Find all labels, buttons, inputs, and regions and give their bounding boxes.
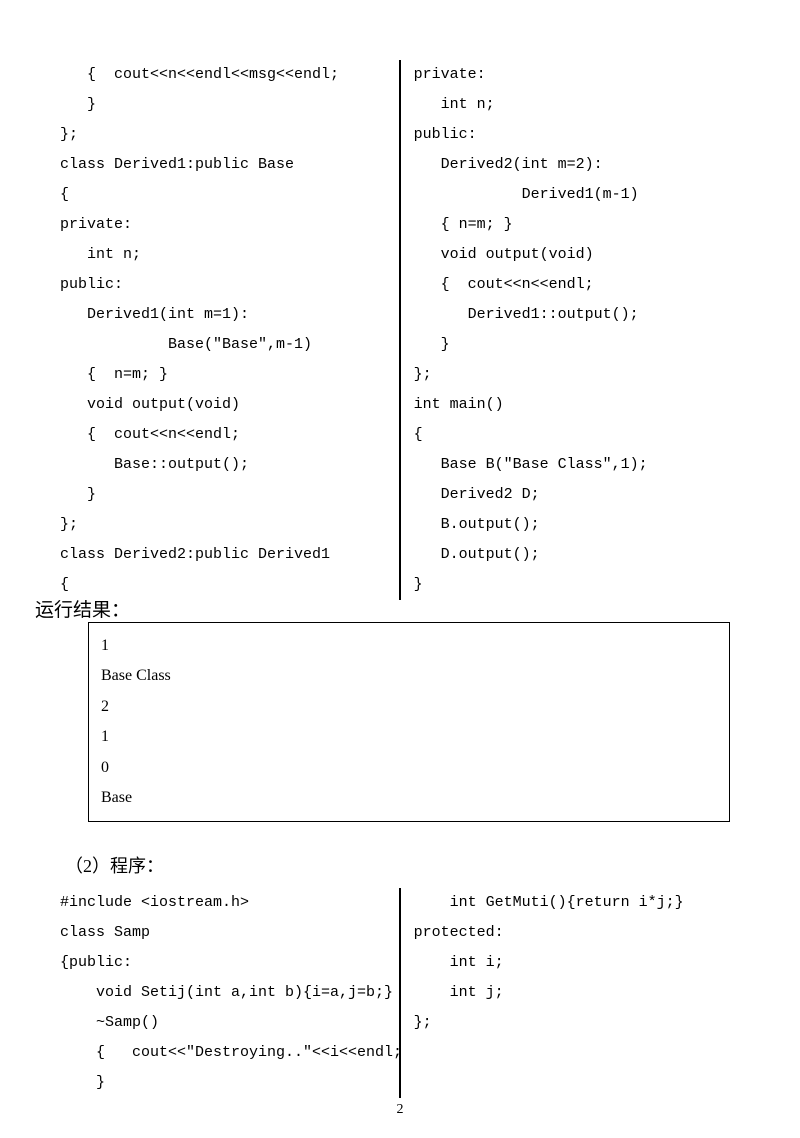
code-right-1: private: int n; public: Derived2(int m=2… (414, 60, 740, 600)
column-divider-1 (399, 60, 401, 600)
code-right-2: int GetMuti(){return i*j;} protected: in… (414, 888, 740, 1098)
output-box: 1 Base Class 2 1 0 Base (88, 622, 730, 822)
section-2-heading: （2）程序： (65, 852, 740, 878)
output-text: 1 Base Class 2 1 0 Base (101, 631, 717, 813)
page: { cout<<n<<endl<<msg<<endl; } }; class D… (0, 0, 800, 1138)
page-number: 2 (0, 1102, 800, 1118)
code-block-1: { cout<<n<<endl<<msg<<endl; } }; class D… (60, 60, 740, 600)
code-left-2: #include <iostream.h> class Samp {public… (60, 888, 386, 1098)
column-divider-2 (399, 888, 401, 1098)
code-left-1: { cout<<n<<endl<<msg<<endl; } }; class D… (60, 60, 386, 600)
code-block-2: #include <iostream.h> class Samp {public… (60, 888, 740, 1098)
